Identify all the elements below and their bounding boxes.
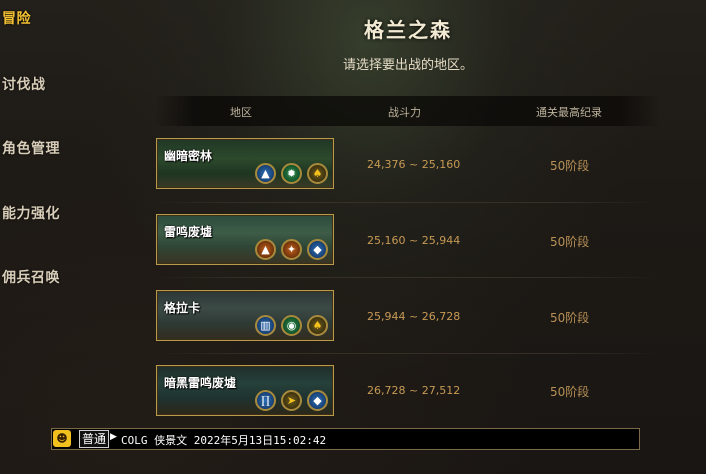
table-header: 地区 战斗力 通关最高纪录 <box>154 96 660 126</box>
green-eye-icon: ◉ <box>281 315 302 336</box>
best-record: 50阶段 <box>550 235 590 249</box>
chat-message: COLG 侠景文 2022年5月13日15:02:42 <box>121 434 327 447</box>
page-title: 格兰之森 <box>364 18 452 42</box>
gold-spade-icon: ♠ <box>307 315 328 336</box>
sidebar-item-adventure[interactable]: 冒险 <box>2 8 31 28</box>
table-row[interactable]: 幽暗密林 ▲ ✹ ♠ <box>156 138 334 189</box>
sidebar-item-mercenary[interactable]: 佣兵召唤 <box>2 267 60 287</box>
chat-emoji-icon[interactable]: ☻ <box>53 430 71 447</box>
orange-torch-icon: ✦ <box>281 239 302 260</box>
power-range: 26,728 ~ 27,512 <box>367 384 461 397</box>
power-range: 24,376 ~ 25,160 <box>367 158 461 171</box>
gold-spade-icon: ♠ <box>307 163 328 184</box>
best-record: 50阶段 <box>550 385 590 399</box>
column-header-power: 战斗力 <box>388 106 421 119</box>
power-range: 25,944 ~ 26,728 <box>367 310 461 323</box>
power-range: 25,160 ~ 25,944 <box>367 234 461 247</box>
sidebar-item-raid[interactable]: 讨伐战 <box>2 74 46 94</box>
sidebar-item-enhance[interactable]: 能力强化 <box>2 203 60 223</box>
region-name: 雷鸣废墟 <box>164 225 213 239</box>
orange-mountain-icon: ▲ <box>255 239 276 260</box>
region-name: 幽暗密林 <box>164 149 213 163</box>
column-header-record: 通关最高纪录 <box>536 106 602 119</box>
chat-channel-button[interactable]: 普通 <box>79 430 110 448</box>
gold-arrow-icon: ➤ <box>281 390 302 411</box>
table-row[interactable]: 格拉卡 ▥ ◉ ♠ <box>156 290 334 341</box>
table-row[interactable]: 雷鸣废墟 ▲ ✦ ◆ <box>156 214 334 265</box>
best-record: 50阶段 <box>550 311 590 325</box>
best-record: 50阶段 <box>550 159 590 173</box>
region-name: 格拉卡 <box>164 301 201 315</box>
blue-drop-icon: ◆ <box>307 239 328 260</box>
row-divider <box>150 277 660 278</box>
table-row[interactable]: 暗黑雷鸣废墟 ∏ ➤ ◆ <box>156 365 334 416</box>
green-gear-icon: ✹ <box>281 163 302 184</box>
blue-tower-icon: ▥ <box>255 315 276 336</box>
blue-mountain-icon: ▲ <box>255 163 276 184</box>
sidebar-menu: 冒险 讨伐战 角色管理 能力强化 佣兵召唤 <box>0 0 110 474</box>
blue-drop-icon: ◆ <box>307 390 328 411</box>
channel-arrow-icon[interactable]: ▶ <box>110 432 117 442</box>
column-header-region: 地区 <box>230 106 252 119</box>
page-subtitle: 请选择要出战的地区。 <box>342 58 473 73</box>
row-divider <box>150 353 660 354</box>
region-name: 暗黑雷鸣废墟 <box>164 376 237 390</box>
sidebar-item-character[interactable]: 角色管理 <box>2 138 60 158</box>
row-divider <box>150 202 660 203</box>
blue-pillar-icon: ∏ <box>255 390 276 411</box>
